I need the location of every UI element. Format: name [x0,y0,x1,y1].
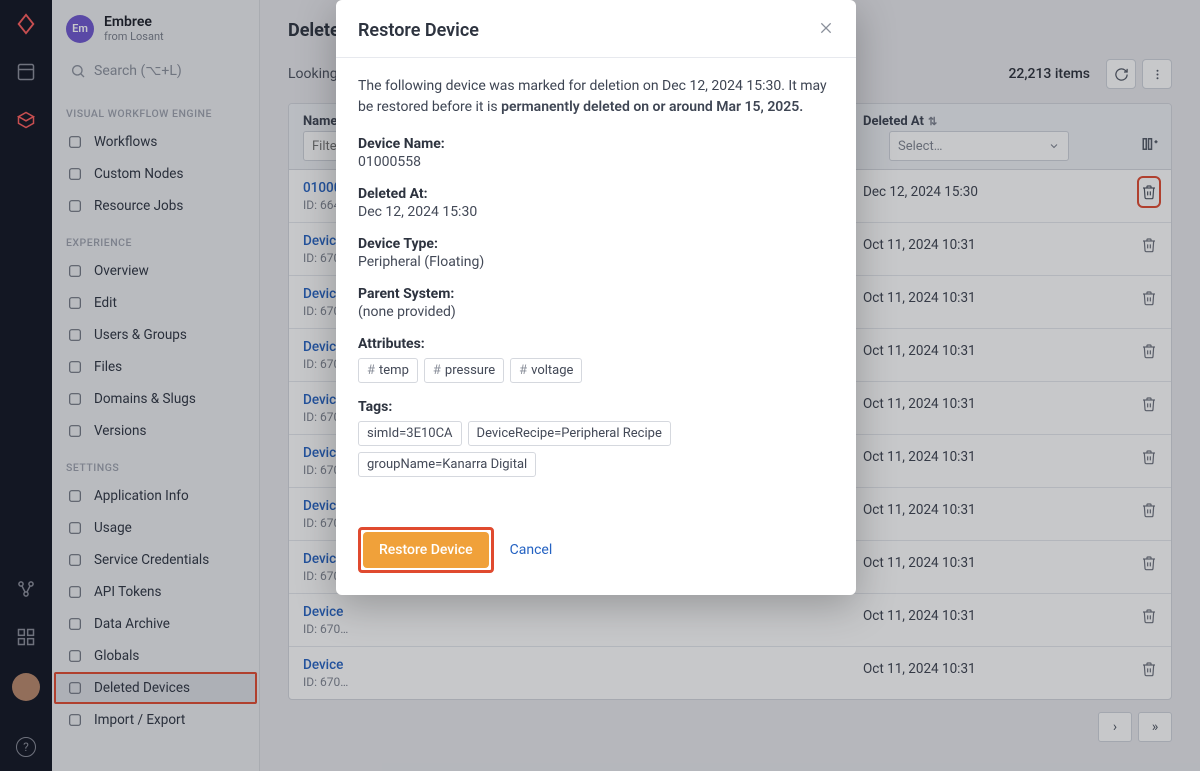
hash-icon: # [433,363,441,378]
parent-system-value: (none provided) [358,304,834,320]
tags-label: Tags: [358,399,834,415]
modal-intro: The following device was marked for dele… [358,76,834,118]
restore-device-modal: Restore Device The following device was … [336,0,856,595]
modal-title: Restore Device [358,20,479,41]
close-icon[interactable] [818,20,834,41]
attribute-chip: #temp [358,358,418,383]
restore-button-highlight: Restore Device [358,527,494,573]
deleted-at-value: Dec 12, 2024 15:30 [358,204,834,220]
restore-device-button[interactable]: Restore Device [363,532,489,568]
deleted-at-label: Deleted At: [358,186,834,202]
device-type-label: Device Type: [358,236,834,252]
tag-chip: groupName=Kanarra Digital [358,452,536,477]
parent-system-label: Parent System: [358,286,834,302]
device-name-value: 01000558 [358,154,834,170]
attributes-label: Attributes: [358,336,834,352]
cancel-button[interactable]: Cancel [510,542,553,558]
device-name-label: Device Name: [358,136,834,152]
attribute-chip: #pressure [424,358,504,383]
tag-chip: simId=3E10CA [358,421,462,446]
hash-icon: # [367,363,375,378]
device-type-value: Peripheral (Floating) [358,254,834,270]
attribute-chip: #voltage [510,358,582,383]
hash-icon: # [519,363,527,378]
tag-chip: DeviceRecipe=Peripheral Recipe [468,421,671,446]
